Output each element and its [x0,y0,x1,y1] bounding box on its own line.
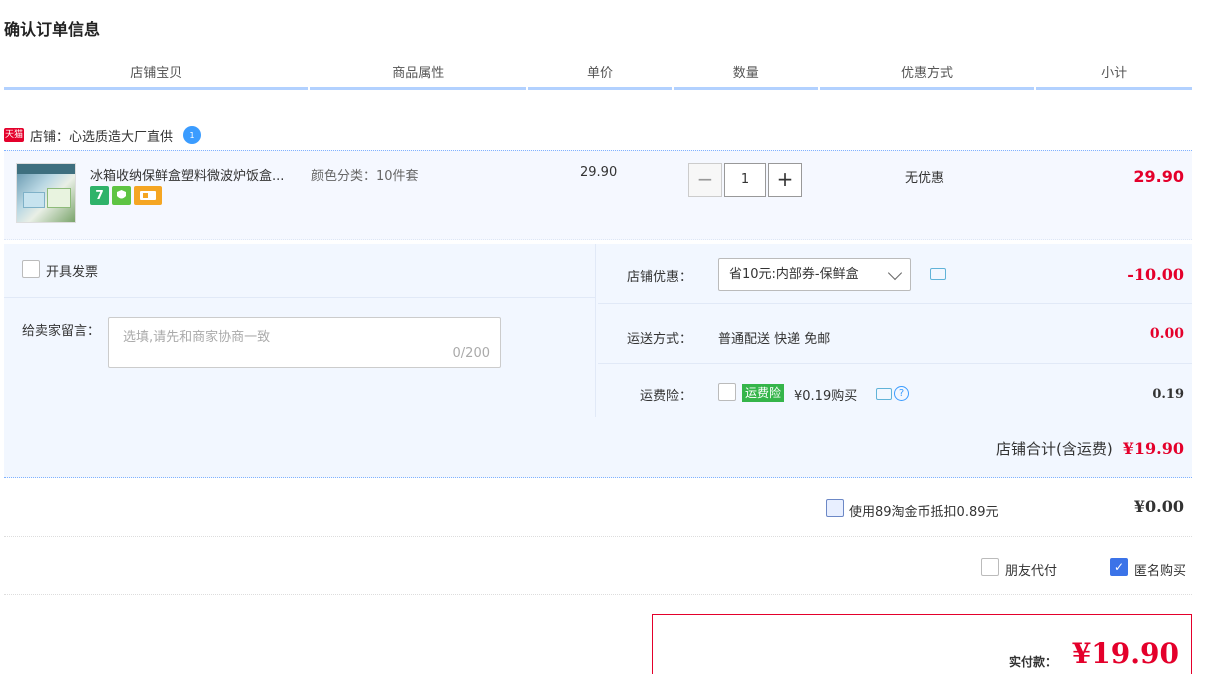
shop-name[interactable]: 店铺：心选质造大厂直供 [30,126,173,145]
insurance-checkbox[interactable] [718,383,736,401]
anonymous-checkbox[interactable]: ✓ [1110,558,1128,576]
insurance-label: 运费险： [639,389,692,404]
shop-row: 天猫 店铺：心选质造大厂直供 1 [4,124,202,146]
coin-label[interactable]: 使用89淘金币抵扣0.89元 [849,501,999,520]
wangwang-chat-icon[interactable]: 1 [183,126,202,144]
product-attribute: 颜色分类：10件套 [311,169,419,184]
friend-pay-label[interactable]: 朋友代付 [1005,560,1057,579]
unit-price: 29.90 [580,165,618,180]
payment-label: 实付款： [1008,655,1057,669]
column-header-subtotal: 小计 [1036,64,1192,90]
friend-pay-checkbox[interactable] [981,558,999,576]
chevron-down-icon [887,265,903,281]
tmall-icon: 天猫 [4,128,24,142]
insurance-price[interactable]: ¥0.19购买 [794,385,857,404]
shop-discount-amount: -10.00 [1127,265,1184,284]
coin-deduction-row: 使用89淘金币抵扣0.89元 ¥0.00 [4,480,1192,537]
shop-total-label: 店铺合计(含运费) [996,440,1113,458]
quantity-stepper: − 1 + [688,163,802,197]
payment-amount: ¥19.90 [1071,637,1179,670]
order-cost-details: 店铺优惠： 省10元:内部券-保鲜盒 -10.00 运送方式： 普通配送 快递 … [598,244,1192,417]
shipping-label: 运送方式： [626,332,692,347]
anonymous-label[interactable]: 匿名购买 [1134,560,1186,579]
comment-icon[interactable] [930,268,946,280]
shipping-method: 普通配送 快递 免邮 [718,332,831,347]
insurance-amount: 0.19 [1152,387,1184,402]
item-subtotal: 29.90 [1133,167,1184,186]
shipping-row: 运送方式： 普通配送 快递 免邮 0.00 [598,305,1192,364]
service-icons: 7 [90,186,162,205]
order-extras: 开具发票 给卖家留言： 选填,请先和商家协商一致 0/200 [4,244,596,417]
seller-message-textarea[interactable]: 选填,请先和商家协商一致 0/200 [108,317,501,368]
shop-discount-row: 店铺优惠： 省10元:内部券-保鲜盒 -10.00 [598,244,1192,304]
shop-total-value: ¥19.90 [1122,439,1184,458]
payment-summary: 实付款： ¥19.90 [652,614,1192,674]
column-header-row: 店铺宝贝 商品属性 单价 数量 优惠方式 小计 [4,64,1192,90]
invoice-checkbox[interactable] [22,260,40,278]
card-icon[interactable] [134,186,162,205]
quantity-increase-button[interactable]: + [768,163,802,197]
column-header-item: 店铺宝贝 [4,64,309,90]
coupon-select[interactable]: 省10元:内部券-保鲜盒 [718,258,911,291]
payment-options-row: 朋友代付 ✓ 匿名购买 [4,538,1192,595]
invoice-label[interactable]: 开具发票 [46,261,98,280]
product-thumbnail[interactable] [16,163,76,223]
product-name-link[interactable]: 冰箱收纳保鲜盒塑料微波炉饭盒... [90,165,305,184]
invoice-row: 开具发票 [4,244,596,298]
shipping-insurance-row: 运费险： 运费险 ¥0.19购买 ? 0.19 [598,365,1192,417]
shop-discount-label: 店铺优惠： [626,270,692,285]
coin-amount: ¥0.00 [1133,497,1184,516]
order-item-row: 冰箱收纳保鲜盒塑料微波炉饭盒... 7 颜色分类：10件套 29.90 − 1 … [4,150,1192,240]
message-char-count: 0/200 [452,346,490,361]
coupon-selected-value: 省10元:内部券-保鲜盒 [729,267,859,282]
insurance-badge: 运费险 [742,384,785,402]
shipping-amount: 0.00 [1149,326,1184,342]
quantity-decrease-button[interactable]: − [688,163,722,197]
comment-icon[interactable] [876,388,892,400]
item-discount: 无优惠 [905,171,945,186]
guarantee-icon[interactable] [112,186,131,205]
seven-day-return-icon[interactable]: 7 [90,186,109,205]
coin-checkbox[interactable] [826,499,844,517]
quantity-input[interactable]: 1 [724,163,766,197]
shop-total: 店铺合计(含运费) ¥19.90 [996,438,1184,459]
column-header-quantity: 数量 [673,64,818,90]
page-title: 确认订单信息 [4,20,101,39]
column-header-attribute: 商品属性 [310,64,527,90]
column-header-unit-price: 单价 [528,64,672,90]
help-icon[interactable]: ? [894,386,909,401]
order-info-panel: 开具发票 给卖家留言： 选填,请先和商家协商一致 0/200 店铺优惠： 省10… [4,244,1192,478]
message-placeholder: 选填,请先和商家协商一致 [123,330,271,345]
column-header-discount: 优惠方式 [819,64,1035,90]
message-label: 给卖家留言： [22,324,101,339]
